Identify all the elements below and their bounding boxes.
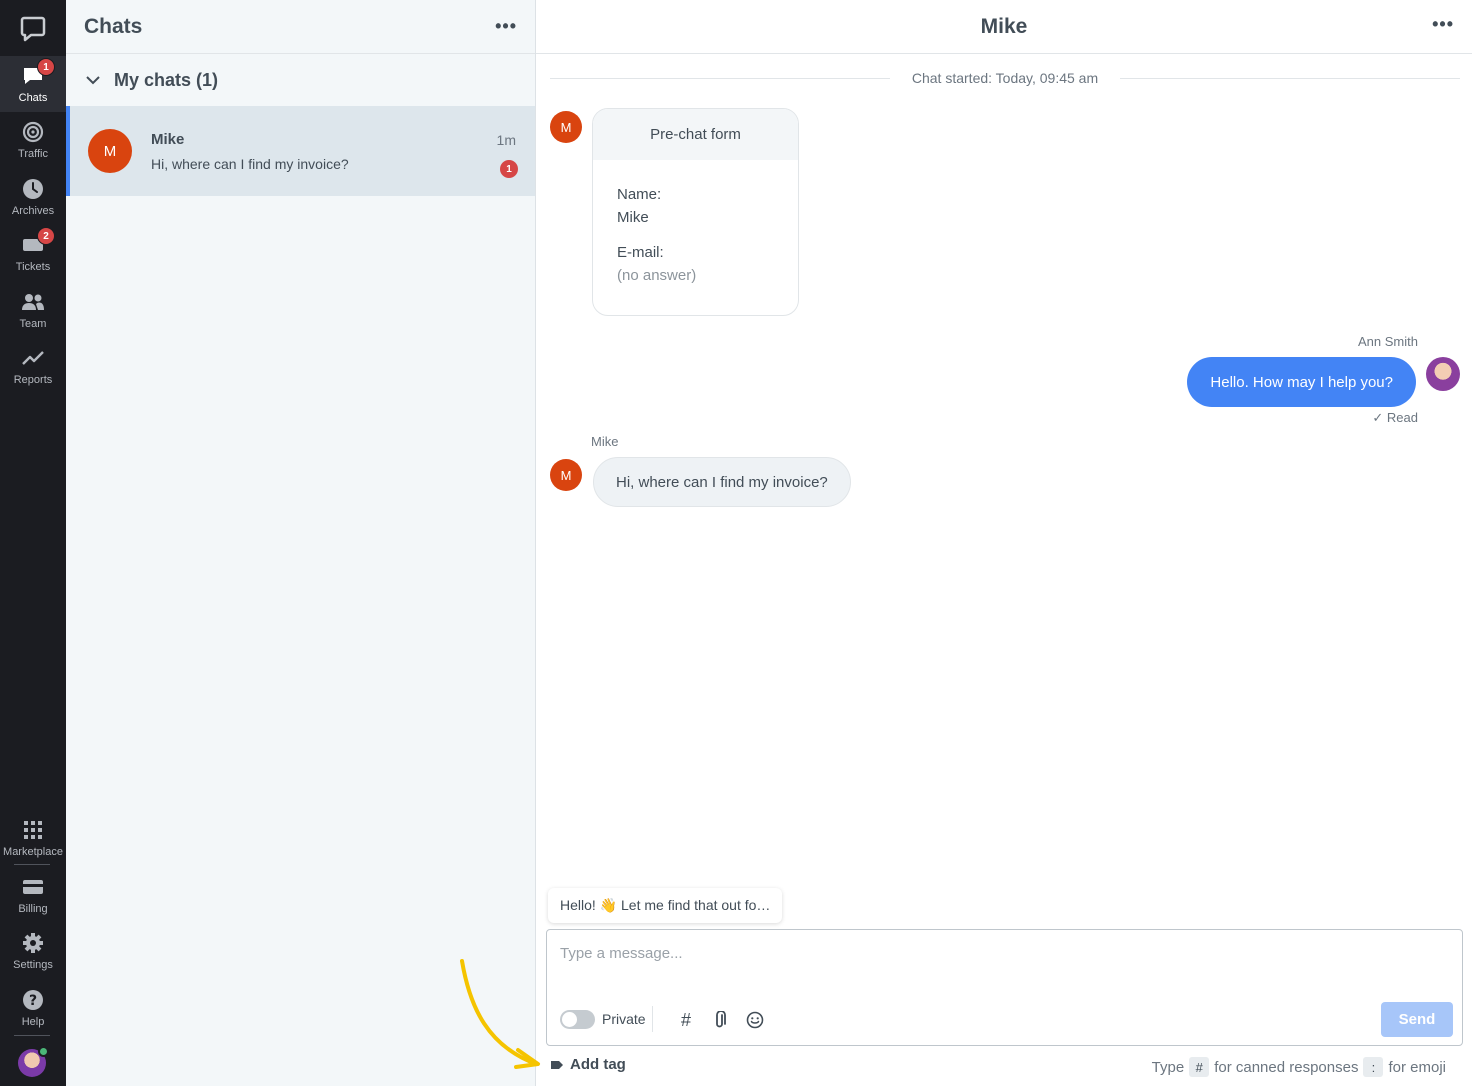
visitor-sender-name: Mike — [591, 434, 619, 449]
rail-label-marketplace: Marketplace — [3, 846, 63, 858]
conversation-header: Mike ••• — [536, 0, 1472, 54]
tag-icon — [551, 1060, 563, 1069]
more-options-icon[interactable]: ••• — [495, 16, 517, 37]
chat-group-header[interactable]: My chats (1) — [66, 54, 535, 106]
help-icon: ? — [21, 988, 45, 1012]
hint-emoji: for emoji — [1388, 1058, 1446, 1076]
chat-started-label: Chat started: Today, 09:45 am — [911, 70, 1099, 86]
emoji-icon[interactable] — [744, 1009, 766, 1031]
chat-list-header: Chats ••• — [66, 0, 535, 54]
canned-responses-icon[interactable]: # — [675, 1009, 697, 1031]
rail-item-settings[interactable]: Settings — [0, 923, 66, 979]
rail-item-chats[interactable]: 1 Chats — [0, 56, 66, 112]
chats-icon: 1 — [21, 58, 55, 88]
suggested-reply[interactable]: Hello! 👋 Let me find that out fo… — [548, 888, 783, 923]
rail-item-marketplace[interactable]: Marketplace — [0, 810, 66, 866]
private-label: Private — [602, 1011, 646, 1027]
form-name-value: Mike — [617, 209, 649, 226]
rail-label-traffic: Traffic — [18, 148, 48, 160]
chat-list-panel: Chats ••• My chats (1) M Mike Hi, where … — [66, 0, 536, 1086]
rail-item-archives[interactable]: Archives — [0, 169, 66, 225]
more-options-icon[interactable]: ••• — [1432, 14, 1454, 35]
rail-item-help[interactable]: ? Help — [0, 980, 66, 1036]
rail-item-traffic[interactable]: Traffic — [0, 112, 66, 168]
chat-item-preview: Hi, where can I find my invoice? — [151, 155, 349, 172]
credit-card-icon — [21, 875, 45, 899]
conversation-panel: Mike ••• Chat started: Today, 09:45 am M… — [536, 0, 1472, 1086]
visitor-avatar: M — [550, 459, 582, 491]
hint-hash-key: # — [1189, 1057, 1210, 1077]
chart-line-icon — [21, 346, 45, 370]
chat-list-title: Chats — [84, 14, 143, 38]
tickets-badge: 2 — [37, 227, 55, 245]
form-email-value: (no answer) — [617, 267, 697, 284]
visitor-message-bubble: Hi, where can I find my invoice? — [593, 457, 851, 507]
rail-label-chats: Chats — [18, 92, 48, 104]
rail-label-billing: Billing — [18, 903, 48, 915]
pre-chat-form-card: Pre-chat form Name: Mike E-mail: (no ans… — [592, 108, 799, 316]
rail-label-settings: Settings — [13, 959, 53, 971]
toolbar-divider — [652, 1006, 653, 1032]
conversation-title: Mike — [980, 14, 1028, 38]
add-tag-button[interactable]: Add tag — [550, 1056, 626, 1073]
svg-text:?: ? — [29, 993, 37, 1009]
chat-item-name: Mike — [151, 130, 185, 148]
team-icon — [21, 290, 45, 314]
chats-badge: 1 — [37, 58, 55, 76]
rail-divider — [14, 864, 50, 865]
chat-list-item[interactable]: M Mike Hi, where can I find my invoice? … — [66, 106, 535, 196]
hint-canned: for canned responses — [1214, 1058, 1359, 1076]
unread-badge: 1 — [500, 160, 518, 178]
rail-label-tickets: Tickets — [15, 261, 51, 273]
online-status-dot — [38, 1046, 49, 1057]
add-tag-label: Add tag — [570, 1056, 626, 1073]
grid-icon — [21, 818, 45, 842]
rail-item-team[interactable]: Team — [0, 282, 66, 338]
rail-label-archives: Archives — [11, 205, 55, 217]
rail-item-reports[interactable]: Reports — [0, 338, 66, 394]
shortcut-hint: Type # for canned responses : for emoji — [1152, 1057, 1446, 1077]
ticket-icon: 2 — [21, 227, 55, 257]
private-toggle[interactable] — [560, 1010, 595, 1029]
pre-chat-form-title: Pre-chat form — [593, 109, 798, 160]
hint-type: Type — [1151, 1058, 1185, 1076]
hint-colon-key: : — [1363, 1057, 1384, 1077]
avatar: M — [88, 129, 132, 173]
rail-label-team: Team — [19, 318, 47, 330]
rail-divider-bottom — [14, 1035, 50, 1036]
form-email-label: E-mail: — [617, 244, 664, 261]
form-name-label: Name: — [617, 186, 662, 203]
message-input[interactable] — [560, 945, 1360, 962]
clock-icon — [21, 177, 45, 201]
rail-label-reports: Reports — [13, 374, 53, 386]
chat-item-time: 1m — [496, 132, 516, 148]
gear-icon — [21, 931, 45, 955]
app-rail: 1 Chats Traffic Archives 2 Tickets Team … — [0, 0, 66, 1086]
attachment-icon[interactable] — [709, 1009, 731, 1031]
chat-started-divider: Chat started: Today, 09:45 am — [550, 70, 1461, 86]
send-button[interactable]: Send — [1381, 1002, 1453, 1037]
agent-message-bubble: Hello. How may I help you? — [1187, 357, 1416, 407]
composer-footer: Add tag Type # for canned responses : fo… — [536, 1056, 1472, 1078]
agent-profile-avatar[interactable] — [18, 1046, 49, 1077]
app-logo-icon[interactable] — [0, 0, 66, 56]
chat-group-label: My chats (1) — [114, 69, 219, 90]
agent-avatar — [1426, 357, 1460, 391]
read-receipt: ✓ Read — [1372, 410, 1418, 425]
agent-sender-name: Ann Smith — [1358, 334, 1418, 349]
rail-item-tickets[interactable]: 2 Tickets — [0, 225, 66, 281]
visitor-avatar: M — [550, 111, 582, 143]
traffic-icon — [21, 120, 45, 144]
annotation-arrow-icon — [460, 959, 540, 1069]
rail-item-billing[interactable]: Billing — [0, 867, 66, 923]
rail-label-help: Help — [21, 1016, 45, 1028]
message-composer: Private # Send — [546, 929, 1463, 1046]
chevron-down-icon — [86, 75, 100, 84]
